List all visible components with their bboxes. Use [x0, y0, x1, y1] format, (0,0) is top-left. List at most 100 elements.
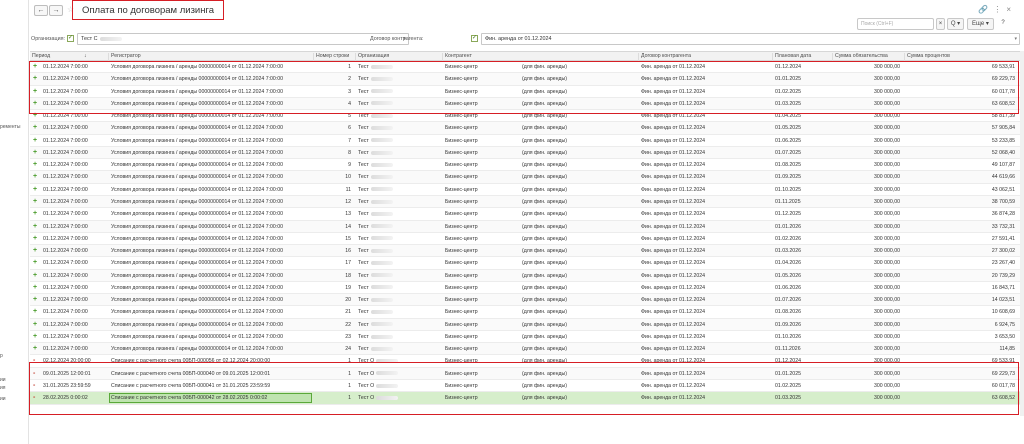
table-row[interactable]: +01.12.2024 7:00:00 Условия договора лизи…: [30, 318, 1020, 331]
search-button[interactable]: Q ▾: [947, 18, 964, 30]
cell-counterparty: Бизнес-центр: [445, 174, 478, 181]
nav-fragment[interactable]: ии: [0, 377, 28, 383]
table-row[interactable]: +01.12.2024 7:00:00 Условия договора лизи…: [30, 195, 1020, 209]
cell-registrar[interactable]: Условия договора лизинга / аренды 000000…: [111, 101, 311, 108]
table-row[interactable]: -02.12.2024 20:00:00 Списание с расчетног…: [30, 355, 1020, 368]
table-row[interactable]: +01.12.2024 7:00:00 Условия договора лизи…: [30, 245, 1020, 258]
table-row[interactable]: +01.12.2024 7:00:00 Условия договора лизи…: [30, 331, 1020, 344]
close-icon[interactable]: ×: [1006, 5, 1016, 14]
table-row[interactable]: +01.12.2024 7:00:00 Условия договора лизи…: [30, 135, 1020, 147]
cell-registrar[interactable]: Условия договора лизинга / аренды 000000…: [111, 125, 311, 132]
table-row[interactable]: +01.12.2024 7:00:00 Условия договора лизи…: [30, 257, 1020, 270]
search-input[interactable]: Поиск (Ctrl+F): [857, 18, 934, 30]
column-header-line-number[interactable]: Номер строки: [313, 53, 355, 61]
table-row[interactable]: +01.12.2024 7:00:00 Условия договора лизи…: [30, 282, 1020, 295]
income-plus-icon: +: [33, 308, 38, 316]
table-row[interactable]: -28.02.2025 0:00:02 Списание с расчетного…: [30, 392, 1020, 405]
redacted-text: [370, 248, 393, 253]
column-header-period[interactable]: Период ↓: [30, 53, 108, 61]
cell-registrar[interactable]: Условия договора лизинга / аренды 000000…: [111, 236, 311, 243]
column-header-obligation-amount[interactable]: Сумма обязательства: [832, 53, 904, 61]
cell-registrar[interactable]: Условия договора лизинга / аренды 000000…: [111, 113, 311, 120]
column-header-planned-date[interactable]: Плановая дата: [772, 53, 832, 61]
table-row[interactable]: +01.12.2024 7:00:00 Условия договора лизи…: [30, 110, 1020, 123]
back-button[interactable]: ←: [34, 5, 48, 16]
table-row[interactable]: +01.12.2024 7:00:00 Условия договора лизи…: [30, 122, 1020, 135]
chevron-down-icon[interactable]: ▾: [1014, 36, 1017, 42]
cell-registrar[interactable]: Условия договора лизинга / аренды 000000…: [111, 187, 311, 194]
contract-filter-checkbox[interactable]: ✓: [471, 35, 478, 42]
table-row[interactable]: +01.12.2024 7:00:00 Условия договора лизи…: [30, 294, 1020, 307]
table-row[interactable]: +01.12.2024 7:00:00 Условия договора лизи…: [30, 269, 1020, 282]
cell-period: 01.12.2024 7:00:00: [43, 149, 88, 156]
clear-search-button[interactable]: ×: [936, 18, 945, 30]
cell-registrar[interactable]: Списание с расчетного счета 00БП-000042 …: [111, 395, 311, 402]
cell-registrar[interactable]: Условия договора лизинга / аренды 000000…: [111, 224, 311, 231]
cell-registrar[interactable]: Условия договора лизинга / аренды 000000…: [111, 322, 311, 329]
cell-registrar[interactable]: Условия договора лизинга / аренды 000000…: [111, 199, 311, 206]
column-header-interest-amount[interactable]: Сумма процентов: [904, 53, 1020, 61]
table-row[interactable]: +01.12.2024 7:00:00 Условия договора лизи…: [30, 61, 1020, 74]
organization-filter-field[interactable]: Тест С ▾: [77, 33, 409, 45]
nav-fragment[interactable]: ременты: [0, 124, 28, 130]
nav-fragment[interactable]: ия: [0, 385, 28, 391]
cell-interest-amount: 63 608,52: [991, 395, 1015, 402]
column-header-contract[interactable]: Договор контрагента: [638, 53, 772, 61]
column-header-counterparty[interactable]: Контрагент: [442, 53, 638, 61]
table-row[interactable]: -31.01.2025 23:59:59 Списание с расчетног…: [30, 380, 1020, 393]
table-row[interactable]: +01.12.2024 7:00:00 Условия договора лизи…: [30, 97, 1020, 111]
help-icon[interactable]: ?: [998, 18, 1008, 30]
table-row[interactable]: +01.12.2024 7:00:00 Условия договора лизи…: [30, 208, 1020, 221]
cell-registrar[interactable]: Условия договора лизинга / аренды 000000…: [111, 89, 311, 96]
cell-counterparty-note: (для фин. аренды): [522, 321, 567, 328]
cell-registrar[interactable]: Списание с расчетного счета 00БП-000041 …: [111, 383, 311, 390]
cell-registrar[interactable]: Условия договора лизинга / аренды 000000…: [111, 211, 311, 218]
cell-registrar[interactable]: Условия договора лизинга / аренды 000000…: [111, 138, 311, 145]
cell-counterparty: Бизнес-центр: [445, 76, 478, 83]
table-row[interactable]: +01.12.2024 7:00:00 Условия договора лизи…: [30, 171, 1020, 184]
cell-registrar[interactable]: Условия договора лизинга / аренды 000000…: [111, 309, 311, 316]
organization-filter-checkbox[interactable]: ✓: [67, 35, 74, 42]
cell-registrar[interactable]: Условия договора лизинга / аренды 000000…: [111, 334, 311, 341]
vertical-scrollbar[interactable]: [1020, 51, 1024, 416]
cell-registrar[interactable]: Условия договора лизинга / аренды 000000…: [111, 162, 311, 169]
cell-interest-amount: 53 233,85: [991, 137, 1015, 144]
cell-registrar[interactable]: Условия договора лизинга / аренды 000000…: [111, 64, 311, 71]
more-button[interactable]: Еще ▾: [967, 18, 994, 30]
cell-registrar[interactable]: Условия договора лизинга / аренды 000000…: [111, 248, 311, 255]
menu-dots-icon[interactable]: ⋮: [993, 5, 1006, 14]
table-row[interactable]: +01.12.2024 7:00:00 Условия договора лизи…: [30, 343, 1020, 356]
cell-counterparty: Бизнес-центр: [445, 260, 478, 267]
cell-registrar[interactable]: Условия договора лизинга / аренды 000000…: [111, 76, 311, 83]
cell-obligation-amount: 300 000,00: [874, 248, 900, 255]
table-row[interactable]: +01.12.2024 7:00:00 Условия договора лизи…: [30, 220, 1020, 233]
cell-obligation-amount: 300 000,00: [874, 260, 900, 267]
cell-registrar[interactable]: Условия договора лизинга / аренды 000000…: [111, 285, 311, 292]
redacted-text: [370, 285, 393, 290]
cell-interest-amount: 69 229,73: [991, 370, 1015, 377]
column-header-registrar[interactable]: Регистратор: [108, 53, 313, 61]
link-icon[interactable]: 🔗: [978, 5, 993, 14]
cell-registrar[interactable]: Условия договора лизинга / аренды 000000…: [111, 297, 311, 304]
table-row[interactable]: +01.12.2024 7:00:00 Условия договора лизи…: [30, 184, 1020, 196]
table-row[interactable]: +01.12.2024 7:00:00 Условия договора лизи…: [30, 146, 1020, 160]
cell-registrar[interactable]: Списание с расчетного счета 00БП-000056 …: [111, 358, 311, 365]
table-row[interactable]: +01.12.2024 7:00:00 Условия договора лизи…: [30, 233, 1020, 246]
table-row[interactable]: +01.12.2024 7:00:00 Условия договора лизи…: [30, 159, 1020, 172]
cell-registrar[interactable]: Условия договора лизинга / аренды 000000…: [111, 346, 311, 353]
table-row[interactable]: +01.12.2024 7:00:00 Условия договора лизи…: [30, 86, 1020, 98]
nav-fragment[interactable]: ии: [0, 396, 28, 402]
cell-registrar[interactable]: Условия договора лизинга / аренды 000000…: [111, 273, 311, 280]
column-header-organization[interactable]: Организация: [355, 53, 442, 61]
forward-button[interactable]: →: [49, 5, 63, 16]
contract-filter-field[interactable]: Фин. аренда от 01.12.2024 ▾: [481, 33, 1020, 45]
table-row[interactable]: -09.01.2025 12:00:01 Списание с расчетног…: [30, 367, 1020, 381]
cell-registrar[interactable]: Условия договора лизинга / аренды 000000…: [111, 150, 311, 157]
cell-registrar[interactable]: Условия договора лизинга / аренды 000000…: [111, 174, 311, 181]
table-row[interactable]: +01.12.2024 7:00:00 Условия договора лизи…: [30, 306, 1020, 319]
cell-organization: Тест: [358, 272, 369, 279]
cell-registrar[interactable]: Списание с расчетного счета 00БП-000040 …: [111, 371, 311, 378]
cell-registrar[interactable]: Условия договора лизинга / аренды 000000…: [111, 260, 311, 267]
table-row[interactable]: +01.12.2024 7:00:00 Условия договора лизи…: [30, 73, 1020, 86]
nav-fragment[interactable]: р: [0, 353, 28, 359]
